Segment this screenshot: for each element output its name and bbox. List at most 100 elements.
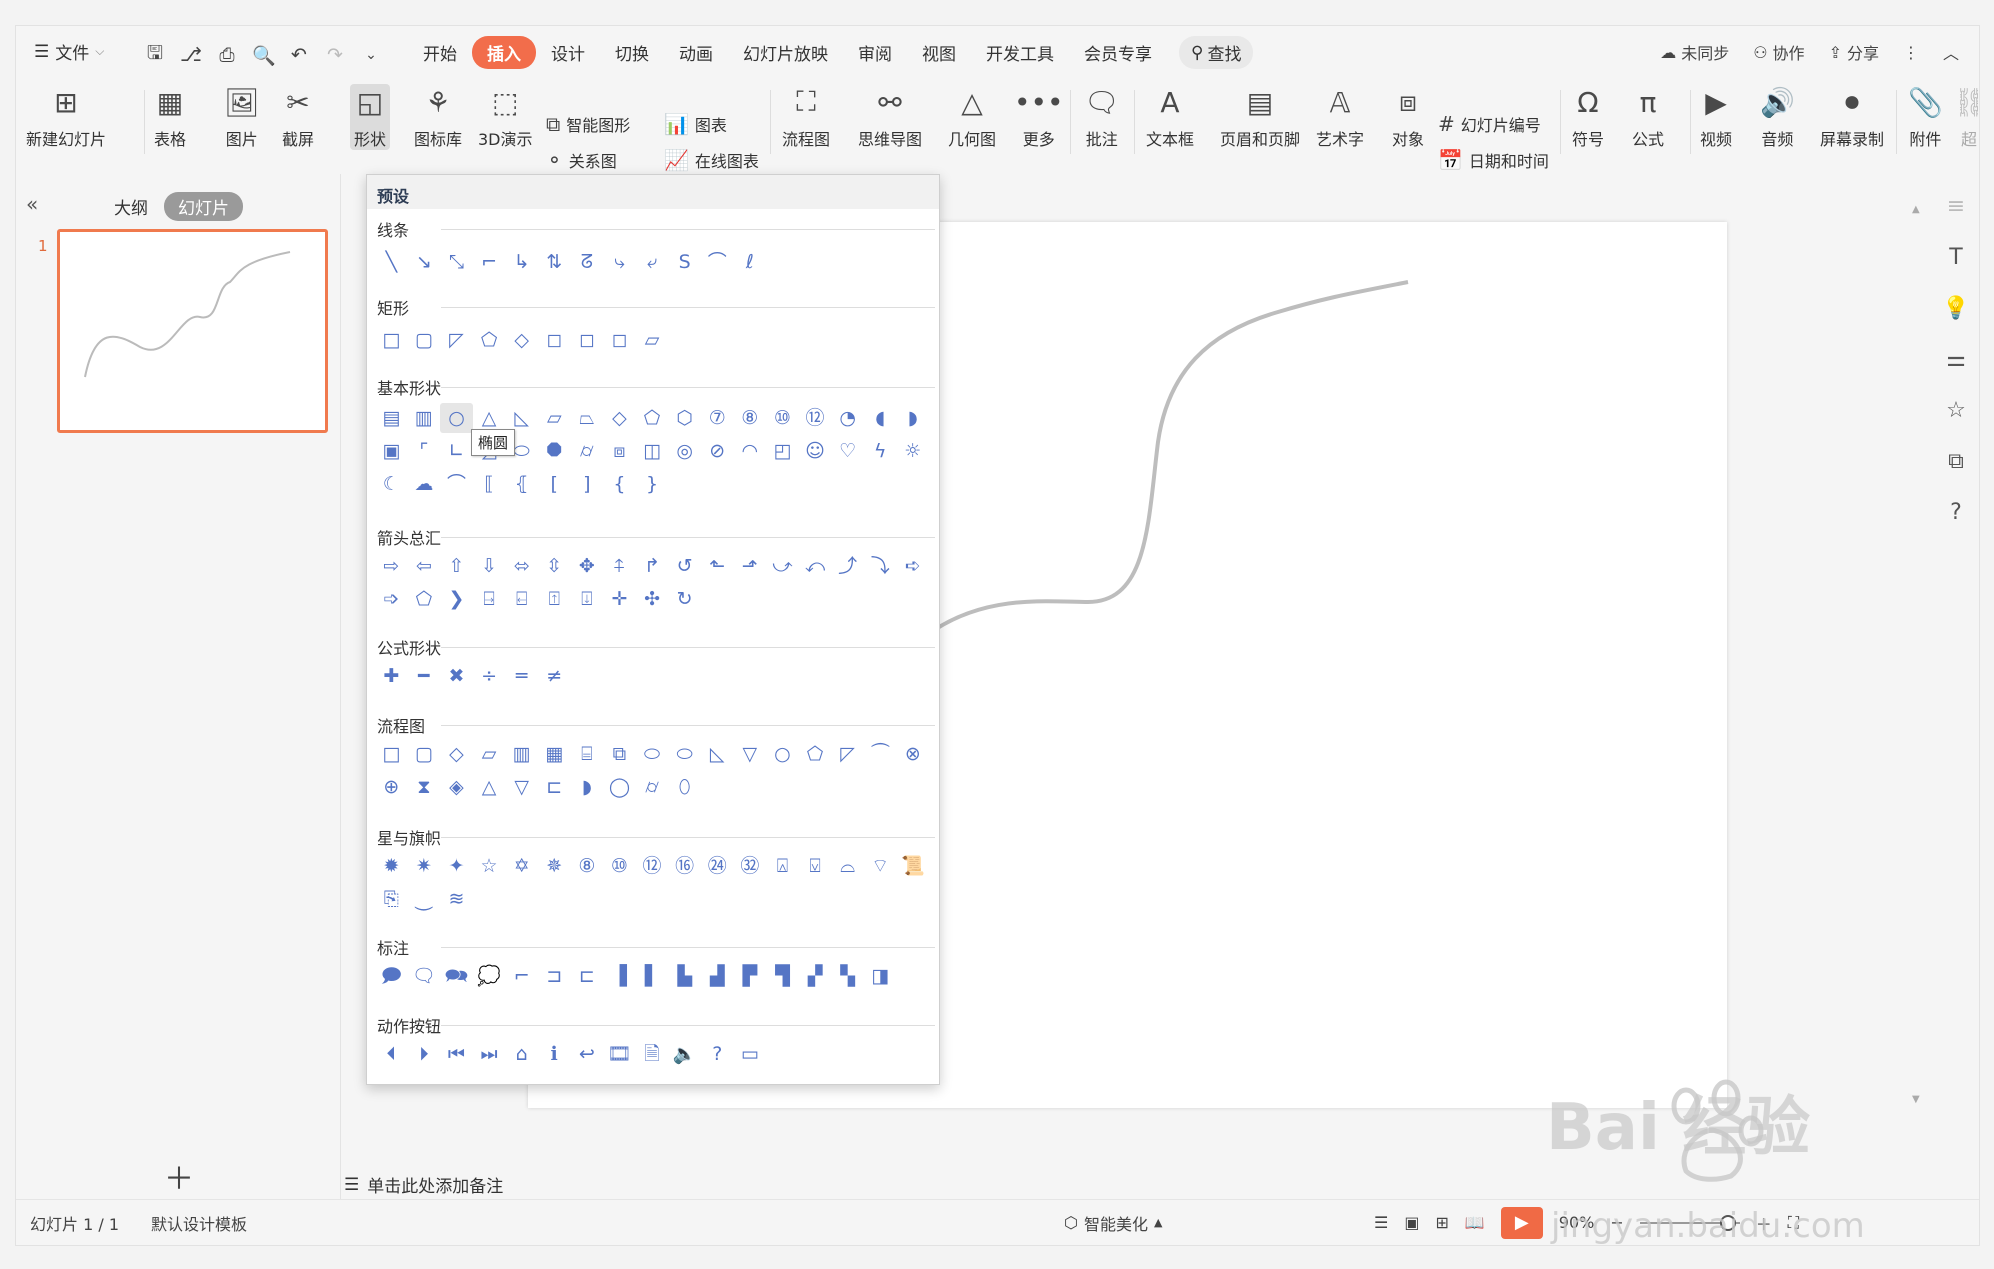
format-painter-icon[interactable]: ⎇ [180,44,202,66]
new-slide-button[interactable]: ⊞ 新建幻灯片 [26,84,106,150]
u-turn-arrow-shape[interactable]: ↺ [668,551,701,581]
display-shape[interactable]: ⬯ [668,772,701,802]
action-sound-shape[interactable]: 🔈 [668,1039,701,1069]
table-button[interactable]: ▦ 表格 [154,84,186,150]
action-end-shape[interactable]: ⏭ [473,1039,506,1069]
teardrop-shape[interactable]: ◗ [897,403,930,433]
oval-callout-shape[interactable]: 🗪 [440,961,473,991]
more-button[interactable]: ••• 更多 [1014,84,1064,150]
hexagon-shape[interactable]: ⬡ [668,403,701,433]
right-brace-shape[interactable]: } [636,469,669,499]
decagon-shape[interactable]: ⑩ [766,403,799,433]
wordart-button[interactable]: 𝔸 艺术字 [1316,84,1364,150]
predefined-process-shape[interactable]: ▥ [505,739,538,769]
12-point-star-shape[interactable]: ⑫ [636,851,669,881]
frame-shape[interactable]: ▣ [375,436,408,466]
action-movie-shape[interactable]: 🎞 [603,1039,636,1069]
round-one-corner-shape[interactable]: ◻ [571,325,604,355]
action-back-shape[interactable]: ⏴ [375,1039,408,1069]
scroll-down-icon[interactable]: ▼ [1912,1094,1920,1105]
terminator-shape[interactable]: ⬭ [636,739,669,769]
video-button[interactable]: ▶ 视频 [1700,84,1732,150]
border-callout-3-shape[interactable]: ▞ [799,961,832,991]
tab-developer[interactable]: 开发工具 [971,36,1069,69]
geometry-button[interactable]: △ 几何图 [948,84,996,150]
action-home-shape[interactable]: ⌂ [505,1039,538,1069]
down-ribbon-shape[interactable]: ⍌ [799,851,832,881]
curved-right-arrow-shape[interactable]: ⤻ [766,551,799,581]
shape-button[interactable]: ◱ 形状 [350,84,391,150]
divide-shape[interactable]: ÷ [473,661,506,691]
tab-slideshow[interactable]: 幻灯片放映 [728,36,843,69]
line-shape[interactable]: ╲ [375,247,408,277]
accent-callout-2-shape[interactable]: ▙ [668,961,701,991]
preparation-shape[interactable]: ⬭ [668,739,701,769]
left-right-up-arrow-shape[interactable]: ⍏ [603,551,636,581]
line-callout-4-shape[interactable]: ▐ [603,961,636,991]
up-ribbon-shape[interactable]: ⍓ [766,851,799,881]
elbow-connector-shape[interactable]: ⌐ [473,247,506,277]
curved-down-arrow-shape[interactable]: ⤵ [864,551,897,581]
online-chart-button[interactable]: 📈 在线图表 [664,148,759,172]
attachment-button[interactable]: 📎 附件 [1908,84,1943,150]
alternate-process-shape[interactable]: ▢ [408,739,441,769]
curved-arrow-shape[interactable]: ⤷ [603,247,636,277]
rounded-callout-shape[interactable]: 🗨 [408,961,441,991]
quad-arrow-callout-shape[interactable]: ✛ [603,584,636,614]
internal-storage-shape[interactable]: ▦ [538,739,571,769]
print-preview-icon[interactable]: 🔍 [252,44,276,67]
double-bracket-shape[interactable]: ⟦ [473,469,506,499]
double-brace-shape[interactable]: ⦃ [505,469,538,499]
tab-review[interactable]: 审阅 [843,36,907,69]
action-blank-shape[interactable]: ▭ [734,1039,767,1069]
elbow-arrow-shape[interactable]: ↳ [505,247,538,277]
flowchart-button[interactable]: ⛶ 流程图 [782,84,830,150]
down-arrow-callout-shape[interactable]: ⍗ [571,584,604,614]
can-shape[interactable]: ⌭ [571,436,604,466]
elbow-double-arrow-shape[interactable]: ⇅ [538,247,571,277]
smiley-face-shape[interactable]: ☺ [799,436,832,466]
explosion-2-shape[interactable]: ✷ [408,851,441,881]
double-arrow-line-shape[interactable]: ⤡ [440,247,473,277]
pentagon-arrow-shape[interactable]: ⬠ [408,584,441,614]
not-equal-shape[interactable]: ≠ [538,661,571,691]
left-arrow-callout-shape[interactable]: ⍇ [505,584,538,614]
chart-button[interactable]: 📊 图表 [664,112,727,136]
ellipse-shape[interactable]: ○ [440,403,473,433]
save-icon[interactable]: 🖫 [144,39,166,71]
process-shape[interactable]: □ [375,739,408,769]
connector-shape[interactable]: ○ [766,739,799,769]
merge-shape[interactable]: ▽ [505,772,538,802]
tab-design[interactable]: 设计 [536,36,600,69]
share-button[interactable]: ⇪ 分享 [1829,40,1879,64]
left-bracket-shape[interactable]: [ [538,469,571,499]
magnetic-disk-shape[interactable]: ⌭ [636,772,669,802]
chord-shape[interactable]: ◖ [864,403,897,433]
decision-shape[interactable]: ◇ [440,739,473,769]
trapezoid-shape[interactable]: ⏢ [571,403,604,433]
tab-transition[interactable]: 切换 [600,36,664,69]
off-page-connector-shape[interactable]: ⬠ [799,739,832,769]
multiply-shape[interactable]: ✖ [440,661,473,691]
curved-double-arrow-shape[interactable]: ⤶ [636,247,669,277]
header-footer-button[interactable]: ▤ 页眉和页脚 [1220,84,1300,150]
accent-border-callout-shape[interactable]: ◨ [864,961,897,991]
lightning-bolt-shape[interactable]: ϟ [864,436,897,466]
rounded-rectangle-shape[interactable]: ▢ [408,325,441,355]
template-name[interactable]: 默认设计模板 [151,1211,247,1235]
add-slide-button[interactable]: ＋ [164,1154,194,1198]
down-arrow-shape[interactable]: ⇩ [473,551,506,581]
accent-callout-3-shape[interactable]: ▟ [701,961,734,991]
donut-shape[interactable]: ◎ [668,436,701,466]
slide-thumbnail[interactable] [57,229,328,433]
left-up-arrow-shape[interactable]: ⬑ [701,551,734,581]
folded-corner-shape[interactable]: ◰ [766,436,799,466]
cube-shape[interactable]: ⧈ [603,436,636,466]
right-arrow-callout-shape[interactable]: ⍈ [473,584,506,614]
bevel-shape[interactable]: ◫ [636,436,669,466]
no-symbol-shape[interactable]: ⊘ [701,436,734,466]
equal-shape[interactable]: ═ [505,661,538,691]
action-information-shape[interactable]: ℹ [538,1039,571,1069]
curved-left-arrow-shape[interactable]: ⤺ [799,551,832,581]
action-return-shape[interactable]: ↩ [571,1039,604,1069]
